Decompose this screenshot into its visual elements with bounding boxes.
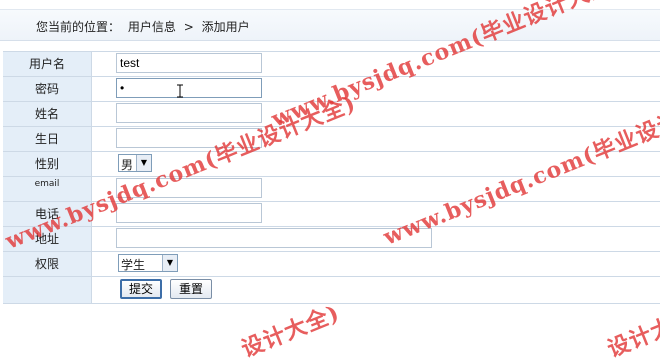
text-cursor-icon bbox=[177, 84, 183, 98]
watermark-text: 设计大全) bbox=[237, 299, 344, 363]
breadcrumb: 您当前的位置： 用户信息 > 添加用户 bbox=[0, 9, 660, 41]
permission-selected-value: 学生 bbox=[121, 258, 146, 272]
password-input[interactable]: • bbox=[116, 78, 262, 98]
email-label: email bbox=[3, 177, 92, 201]
breadcrumb-prefix: 您当前的位置： bbox=[36, 20, 121, 34]
permission-select[interactable]: 学生 ▼ bbox=[118, 254, 178, 272]
chevron-down-icon[interactable]: ▼ bbox=[162, 255, 177, 271]
permission-label: 权限 bbox=[3, 252, 92, 276]
form-row-password: 密码 • bbox=[3, 77, 660, 102]
address-input[interactable] bbox=[116, 228, 432, 248]
add-user-form: 用户名 test 密码 • 姓名 生日 性别 男 ▼ email 电话 地址 权… bbox=[3, 51, 660, 304]
breadcrumb-separator: > bbox=[183, 20, 194, 34]
form-row-birthday: 生日 bbox=[3, 127, 660, 152]
username-label: 用户名 bbox=[3, 52, 92, 76]
breadcrumb-parent[interactable]: 用户信息 bbox=[128, 20, 176, 34]
reset-button[interactable]: 重置 bbox=[170, 279, 212, 299]
form-row-email: email bbox=[3, 177, 660, 202]
breadcrumb-text: 您当前的位置： 用户信息 > 添加用户 bbox=[36, 18, 250, 35]
form-row-username: 用户名 test bbox=[3, 52, 660, 77]
name-input[interactable] bbox=[116, 103, 262, 123]
gender-selected-value: 男 bbox=[121, 158, 134, 172]
form-row-permission: 权限 学生 ▼ bbox=[3, 252, 660, 277]
form-row-address: 地址 bbox=[3, 227, 660, 252]
breadcrumb-current: 添加用户 bbox=[201, 20, 250, 34]
phone-input[interactable] bbox=[116, 203, 262, 223]
phone-label: 电话 bbox=[3, 202, 92, 226]
actions-label-cell bbox=[3, 277, 92, 303]
form-row-gender: 性别 男 ▼ bbox=[3, 152, 660, 177]
submit-button[interactable]: 提交 bbox=[120, 279, 162, 299]
birthday-label: 生日 bbox=[3, 127, 92, 151]
username-input[interactable]: test bbox=[116, 53, 262, 73]
address-label: 地址 bbox=[3, 227, 92, 251]
password-label: 密码 bbox=[3, 77, 92, 101]
form-row-name: 姓名 bbox=[3, 102, 660, 127]
gender-select[interactable]: 男 ▼ bbox=[118, 154, 152, 172]
chevron-down-icon[interactable]: ▼ bbox=[136, 155, 151, 171]
email-input[interactable] bbox=[116, 178, 262, 198]
name-label: 姓名 bbox=[3, 102, 92, 126]
watermark-text: 设计大 bbox=[603, 312, 660, 363]
birthday-input[interactable] bbox=[116, 128, 262, 148]
gender-label: 性别 bbox=[3, 152, 92, 176]
form-row-phone: 电话 bbox=[3, 202, 660, 227]
form-row-actions: 提交 重置 bbox=[3, 277, 660, 304]
